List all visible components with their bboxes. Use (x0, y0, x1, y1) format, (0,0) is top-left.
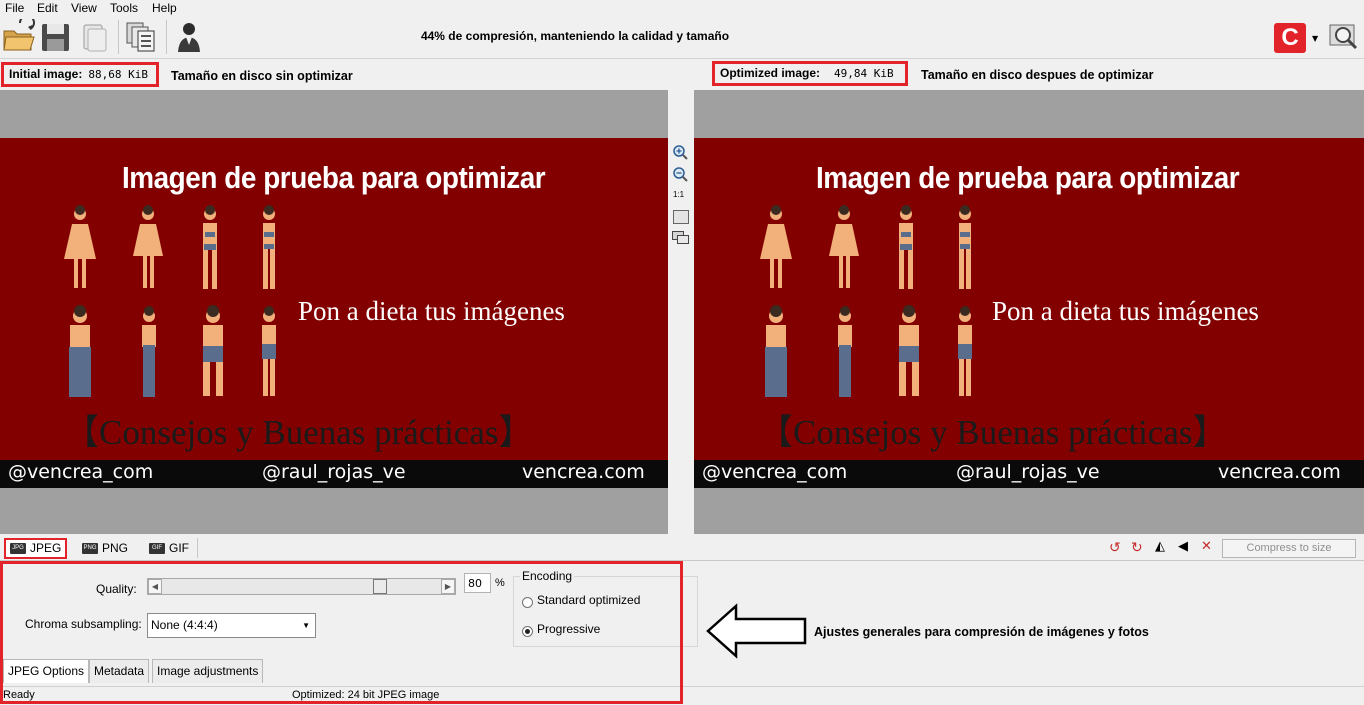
zoom-toolbar: 1:1 (668, 90, 694, 534)
annotation-text: Ajustes generales para compresión de imá… (814, 625, 1149, 639)
figures-illustration (760, 205, 972, 397)
preview-title: Imagen de prueba para optimizar (815, 160, 1240, 195)
optimized-size-note: Tamaño en disco despues de optimizar (921, 68, 1154, 82)
footer-left: @vencrea_com (702, 461, 848, 483)
original-image-viewer[interactable]: Imagen de prueba para optimizar Pon a di… (0, 90, 668, 534)
initial-size-label: Initial image: (9, 67, 83, 81)
optimized-preview-image: Imagen de prueba para optimizar Pon a di… (694, 138, 1364, 488)
chevron-down-icon[interactable]: ▼ (1312, 34, 1318, 43)
flip-horizontal-icon[interactable]: ◭ (1155, 540, 1165, 554)
preview-footer: @vencrea_com @raul_rojas_ve vencrea.com (694, 460, 1364, 488)
brand-logo[interactable]: C (1274, 23, 1306, 53)
initial-size-value: 88,68 KiB (88, 68, 148, 81)
preview-subtitle: Pon a dieta tus imágenes (298, 296, 565, 326)
tab-png-label: PNG (102, 541, 129, 555)
preview-tips: 【Consejos y Buenas prácticas】 (758, 413, 1228, 452)
footer-mid: @raul_rojas_ve (262, 461, 406, 483)
preview-compare-button[interactable] (1326, 19, 1360, 55)
tab-gif-label: GIF (169, 541, 189, 555)
preview-title: Imagen de prueba para optimizar (121, 160, 546, 195)
optimized-size-value: 49,84 KiB (834, 67, 894, 80)
figures-illustration (64, 205, 276, 397)
menu-view[interactable]: View (71, 0, 97, 16)
tab-gif[interactable]: GIF GIF (149, 538, 189, 559)
compare-view-icon[interactable] (672, 231, 689, 244)
left-arrow-annotation-icon (706, 603, 807, 659)
rotate-right-icon[interactable]: ↻ (1131, 541, 1143, 555)
optimized-image-viewer[interactable]: Imagen de prueba para optimizar Pon a di… (694, 90, 1364, 534)
zoom-actual-size-button[interactable]: 1:1 (673, 190, 684, 199)
menu-tools[interactable]: Tools (110, 0, 138, 16)
tab-jpeg[interactable]: JPG JPEG (4, 538, 68, 559)
compress-to-size-button[interactable]: Compress to size (1222, 539, 1356, 558)
menu-edit[interactable]: Edit (37, 0, 58, 16)
footer-left: @vencrea_com (8, 461, 154, 483)
toolbar: 44% de compresión, manteniendo la calida… (0, 14, 1364, 59)
optimized-size-label: Optimized image: (720, 66, 821, 80)
original-preview-image: Imagen de prueba para optimizar Pon a di… (0, 138, 668, 488)
menu-file[interactable]: File (5, 0, 24, 16)
magnifier-icon (1329, 24, 1358, 50)
png-file-icon: PNG (82, 543, 98, 555)
options-highlight-frame (0, 561, 683, 704)
tab-jpeg-label: JPEG (30, 541, 62, 555)
initial-size-box: Initial image: 88,68 KiB (1, 62, 159, 87)
initial-size-note: Tamaño en disco sin optimizar (171, 69, 353, 83)
fit-window-icon[interactable] (673, 210, 689, 224)
footer-right: vencrea.com (1218, 461, 1341, 483)
preview-tips: 【Consejos y Buenas prácticas】 (64, 413, 534, 452)
menu-bar: File Edit View Tools Help (0, 0, 1364, 16)
format-tabs: JPG JPEG PNG PNG GIF GIF ↺ ↻ ◭ ◀ ✕ (0, 535, 1364, 561)
rotate-left-icon[interactable]: ↺ (1109, 541, 1121, 555)
banner-title: 44% de compresión, manteniendo la calida… (420, 29, 730, 43)
footer-mid: @raul_rojas_ve (956, 461, 1100, 483)
menu-help[interactable]: Help (152, 0, 177, 16)
preview-footer: @vencrea_com @raul_rojas_ve vencrea.com (0, 460, 668, 488)
tab-separator (197, 538, 198, 558)
footer-right: vencrea.com (522, 461, 645, 483)
flip-vertical-icon[interactable]: ◀ (1178, 540, 1188, 554)
crop-icon[interactable]: ✕ (1201, 540, 1212, 554)
preview-subtitle: Pon a dieta tus imágenes (992, 296, 1259, 326)
optimized-size-box: Optimized image: 49,84 KiB (712, 61, 908, 86)
jpeg-file-icon: JPG (10, 543, 26, 555)
zoom-in-icon[interactable] (672, 144, 688, 160)
gif-file-icon: GIF (149, 543, 165, 555)
zoom-out-icon[interactable] (672, 166, 688, 182)
tab-png[interactable]: PNG PNG (82, 538, 128, 559)
